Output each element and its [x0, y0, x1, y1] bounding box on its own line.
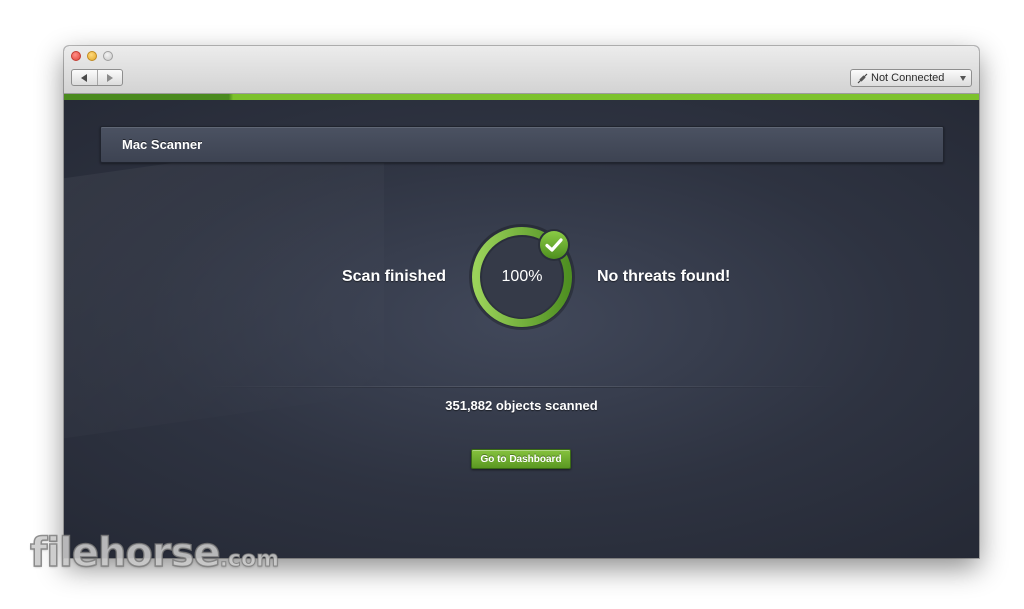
- zoom-window-button[interactable]: [103, 51, 113, 61]
- connection-status-dropdown[interactable]: Not Connected: [850, 69, 972, 87]
- chevron-down-icon: [960, 75, 966, 81]
- watermark-brand: filehorse: [29, 530, 221, 576]
- forward-button[interactable]: [96, 70, 123, 85]
- progress-ring: 100%: [467, 222, 577, 332]
- navigation-buttons: [71, 69, 123, 86]
- threat-result-text: No threats found!: [597, 268, 731, 285]
- watermark-domain: .com: [219, 547, 280, 572]
- watermark-logo: filehorse.com: [29, 530, 280, 576]
- objects-scanned-count: 351,882 objects scanned: [445, 398, 598, 413]
- forward-arrow-icon: [106, 73, 113, 82]
- panel-header: Mac Scanner: [100, 126, 944, 163]
- connection-status-label: Not Connected: [871, 72, 945, 84]
- go-to-dashboard-button[interactable]: Go to Dashboard: [471, 449, 571, 469]
- app-window: Not Connected Mac Scanner Scan finished: [64, 46, 979, 558]
- plug-icon: [855, 73, 869, 84]
- page-title: Mac Scanner: [122, 137, 203, 152]
- minimize-window-button[interactable]: [87, 51, 97, 61]
- close-window-button[interactable]: [71, 51, 81, 61]
- divider-shadow: [204, 387, 839, 388]
- back-arrow-icon: [81, 73, 88, 82]
- title-bar: Not Connected: [64, 46, 979, 94]
- scan-status-text: Scan finished: [341, 268, 446, 285]
- main-content: Mac Scanner Scan finished 100% No threat…: [64, 100, 979, 558]
- checkmark-icon: [537, 228, 571, 262]
- back-button[interactable]: [72, 70, 97, 85]
